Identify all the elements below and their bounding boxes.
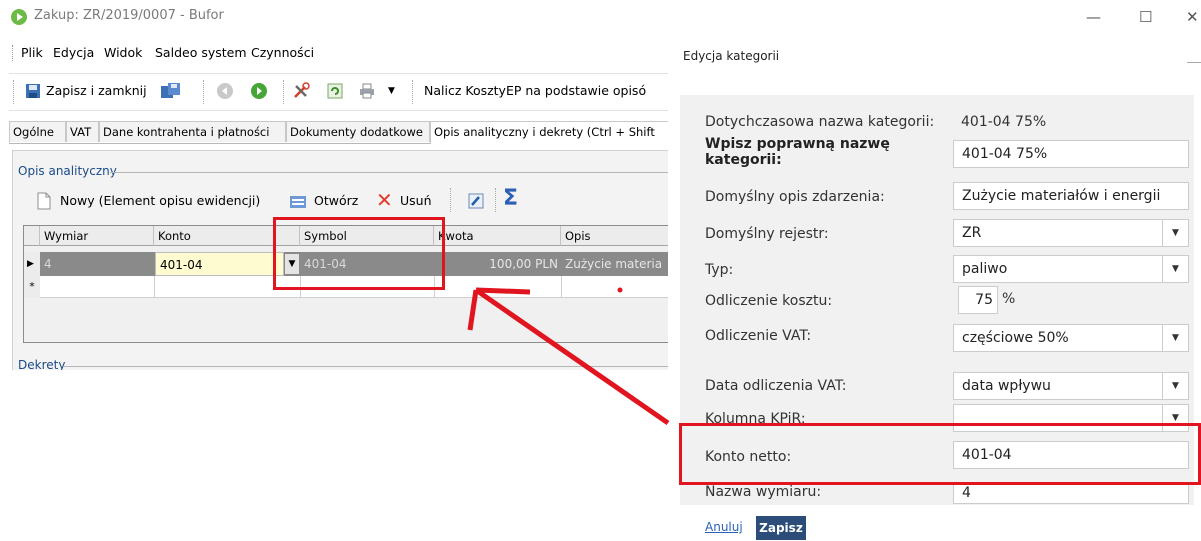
menu-czynnosci[interactable]: Czynności xyxy=(251,45,314,60)
group-divider xyxy=(64,366,679,367)
menu-widok[interactable]: Widok xyxy=(104,45,142,60)
new-document-icon[interactable] xyxy=(36,192,52,210)
vat-date-label: Data odliczenia VAT: xyxy=(705,378,847,394)
vat-deduction-chevron-down-icon[interactable]: ▼ xyxy=(1162,325,1188,351)
grid-corner xyxy=(24,226,40,246)
delete-button[interactable]: Usuń xyxy=(400,193,432,208)
calculate-costs-button[interactable]: Nalicz KosztyEP na podstawie opisó xyxy=(424,83,646,98)
toolbar-grip xyxy=(13,80,15,104)
minimize-icon[interactable]: — xyxy=(1086,8,1101,26)
default-register-select[interactable]: ZR xyxy=(953,219,1189,247)
current-name-label: Dotychczasowa nazwa kategorii: xyxy=(705,114,935,130)
maximize-icon[interactable]: ☐ xyxy=(1139,8,1152,26)
cost-deduction-label: Odliczenie kosztu: xyxy=(705,293,833,309)
dialog-edge xyxy=(1187,62,1201,63)
column-header-opis[interactable]: Opis xyxy=(561,226,678,246)
vat-deduction-select[interactable]: częściowe 50% xyxy=(953,324,1189,352)
open-button[interactable]: Otwórz xyxy=(314,193,358,208)
menu-plik[interactable]: Plik xyxy=(21,45,43,60)
group-divider xyxy=(110,172,679,173)
type-select[interactable]: paliwo xyxy=(953,255,1189,283)
column-header-wymiar[interactable]: Wymiar xyxy=(40,226,154,246)
close-icon[interactable]: ✕ xyxy=(1186,8,1199,26)
annotation-box-net-account xyxy=(679,423,1201,485)
category-name-input[interactable]: 401-04 75% xyxy=(953,140,1189,168)
printer-icon[interactable] xyxy=(358,82,376,100)
delete-x-icon[interactable]: ✕ xyxy=(376,188,393,212)
save-and-close-button[interactable]: Zapisz i zamknij xyxy=(46,83,147,98)
vat-date-chevron-down-icon[interactable]: ▼ xyxy=(1162,373,1188,399)
dimension-name-label: Nazwa wymiaru: xyxy=(705,484,822,500)
type-chevron-down-icon[interactable]: ▼ xyxy=(1162,256,1188,282)
app-logo-icon xyxy=(11,9,27,25)
cell-konto-editor[interactable]: 401-04 xyxy=(155,252,284,276)
grid-line xyxy=(561,276,562,298)
dimension-name-input[interactable]: 4 xyxy=(953,482,1189,504)
toolbar-separator xyxy=(412,80,414,104)
new-element-button[interactable]: Nowy (Element opisu ewidencji) xyxy=(60,193,260,208)
refresh-icon[interactable] xyxy=(326,82,344,100)
analytic-group-label: Opis analityczny xyxy=(18,164,117,178)
type-label: Typ: xyxy=(705,262,734,278)
cancel-button[interactable]: Anuluj xyxy=(705,520,743,534)
tab-dane-kontrahenta[interactable]: Dane kontrahenta i płatności xyxy=(99,121,286,142)
save-all-icon[interactable] xyxy=(160,82,182,100)
toolbar-separator xyxy=(283,80,285,104)
toolbar-separator xyxy=(450,188,452,212)
open-folder-icon[interactable] xyxy=(289,193,307,209)
dialog-title: Edycja kategorii xyxy=(683,49,780,63)
annotation-box-symbol xyxy=(273,217,445,290)
save-button[interactable]: Zapisz xyxy=(756,516,806,540)
menu-saldeo-system[interactable]: Saldeo system xyxy=(155,45,247,60)
vat-deduction-label: Odliczenie VAT: xyxy=(705,328,812,344)
row-indicator-icon: ▶ xyxy=(24,252,40,276)
menu-grip xyxy=(12,45,14,61)
sum-sigma-icon[interactable]: Σ xyxy=(503,186,518,211)
forward-arrow-icon[interactable] xyxy=(250,82,268,100)
current-name-value: 401-04 75% xyxy=(961,114,1047,130)
vat-date-select[interactable]: data wpływu xyxy=(953,372,1189,400)
tab-opis-analityczny[interactable]: Opis analityczny i dekrety (Ctrl + Shift xyxy=(430,121,679,144)
save-disk-icon[interactable] xyxy=(24,82,42,100)
cell-opis[interactable]: Zużycie materia xyxy=(561,252,678,276)
correct-name-label: Wpisz poprawną nazwę kategorii: xyxy=(705,136,890,168)
default-desc-input[interactable]: Zużycie materiałów i energii xyxy=(953,182,1189,210)
toolbar-separator xyxy=(203,80,205,104)
column-header-kwota[interactable]: Kwota xyxy=(434,226,561,246)
default-desc-label: Domyślny opis zdarzenia: xyxy=(705,189,885,205)
default-register-label: Domyślny rejestr: xyxy=(705,226,829,242)
tab-vat[interactable]: VAT xyxy=(66,121,99,142)
grid-line xyxy=(154,276,155,298)
window-title: Zakup: ZR/2019/0007 - Bufor xyxy=(34,8,224,23)
toolbar-separator xyxy=(495,188,497,212)
percent-unit: % xyxy=(1002,291,1016,307)
edit-icon[interactable] xyxy=(467,192,485,210)
cell-wymiar[interactable]: 4 xyxy=(40,252,154,276)
new-row-indicator-icon: * xyxy=(24,276,40,298)
back-arrow-icon[interactable] xyxy=(216,82,234,100)
tab-dokumenty-dodatkowe[interactable]: Dokumenty dodatkowe xyxy=(286,121,430,142)
tools-icon[interactable] xyxy=(292,82,310,100)
print-dropdown-chevron-down-icon[interactable]: ▼ xyxy=(388,86,395,96)
cost-deduction-input[interactable]: 75 xyxy=(958,286,998,314)
cell-kwota[interactable]: 100,00 PLN xyxy=(434,252,561,276)
register-chevron-down-icon[interactable]: ▼ xyxy=(1162,220,1188,246)
menu-edycja[interactable]: Edycja xyxy=(53,45,94,60)
cropped-area xyxy=(0,370,680,541)
tab-ogolne[interactable]: Ogólne xyxy=(9,121,66,142)
